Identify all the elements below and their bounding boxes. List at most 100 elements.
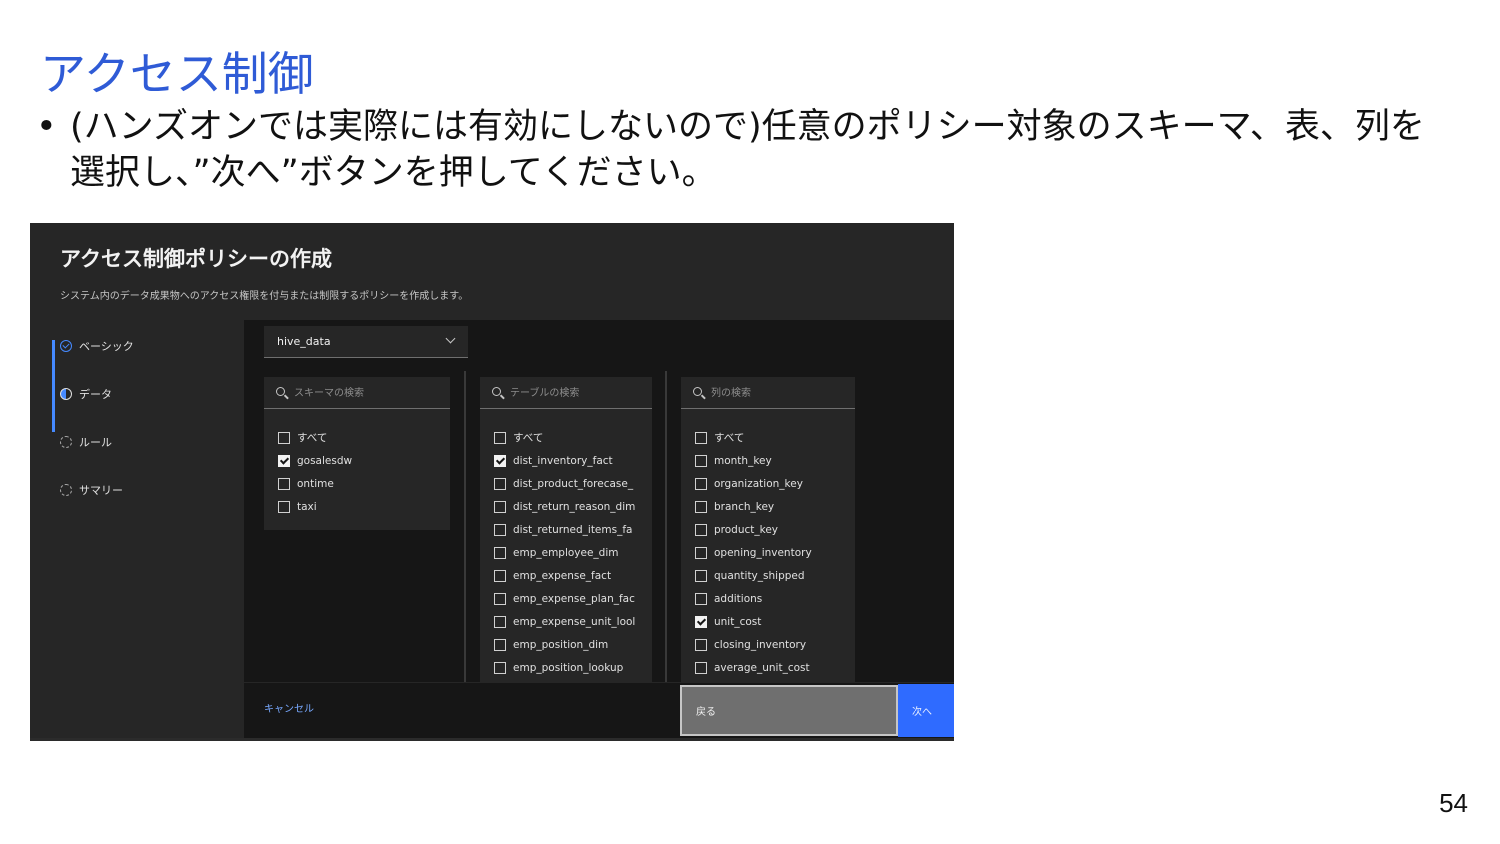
next-button[interactable]: 次へ [898, 684, 954, 737]
item-label: opening_inventory [714, 546, 812, 559]
checkbox[interactable] [494, 454, 506, 467]
column-search-input[interactable] [711, 385, 841, 401]
checkbox[interactable] [695, 454, 707, 467]
schema-search-input[interactable] [294, 385, 424, 401]
catalog-dropdown[interactable]: hive_data [264, 326, 468, 358]
back-button[interactable]: 戻る [680, 685, 898, 736]
checkbox[interactable] [494, 500, 506, 513]
list-item[interactable]: branch_key [695, 495, 812, 518]
checkbox[interactable] [278, 431, 290, 444]
list-item[interactable]: dist_inventory_fact [494, 449, 635, 472]
checkbox[interactable] [695, 523, 707, 536]
list-item[interactable]: ontime [278, 472, 352, 495]
chevron-down-icon [445, 333, 456, 344]
list-item[interactable]: dist_return_reason_dim [494, 495, 635, 518]
dialog-description: システム内のデータ成果物へのアクセス権限を付与または制限するポリシーを作成します… [60, 291, 469, 302]
checkbox[interactable] [494, 638, 506, 651]
item-label: month_key [714, 454, 772, 467]
item-label: quantity_shipped [714, 569, 805, 582]
item-label: emp_expense_plan_fac [513, 592, 635, 605]
item-label: unit_cost [714, 615, 762, 628]
search-icon [276, 387, 285, 396]
cancel-button[interactable]: キャンセル [264, 700, 314, 715]
table-column: すべて dist_inventory_fact dist_product_for… [480, 377, 652, 687]
list-item[interactable]: emp_position_dim [494, 633, 635, 656]
list-item[interactable]: emp_expense_plan_fac [494, 587, 635, 610]
checkbox[interactable] [494, 592, 506, 605]
catalog-dropdown-value: hive_data [277, 335, 331, 348]
search-icon [693, 387, 702, 396]
item-label: ontime [297, 477, 334, 490]
bottom-divider [30, 738, 954, 741]
list-item[interactable]: opening_inventory [695, 541, 812, 564]
list-item[interactable]: average_unit_cost [695, 656, 812, 679]
item-label: taxi [297, 500, 317, 513]
checkbox[interactable] [695, 500, 707, 513]
table-search-input[interactable] [510, 385, 640, 401]
list-item[interactable]: quantity_shipped [695, 564, 812, 587]
step-summary[interactable]: サマリー [60, 480, 123, 500]
step-rules[interactable]: ルール [60, 432, 112, 452]
list-item[interactable]: gosalesdw [278, 449, 352, 472]
checkbox[interactable] [494, 477, 506, 490]
item-label: emp_expense_unit_lool [513, 615, 636, 628]
list-item[interactable]: emp_position_lookup [494, 656, 635, 679]
item-label: すべて [513, 432, 544, 444]
column-divider [464, 371, 466, 686]
search-icon [492, 387, 501, 396]
list-item[interactable]: dist_returned_items_fa [494, 518, 635, 541]
list-item[interactable]: additions [695, 587, 812, 610]
checkbox[interactable] [695, 592, 707, 605]
item-label: average_unit_cost [714, 661, 810, 674]
checkbox[interactable] [695, 661, 707, 674]
list-item[interactable]: organization_key [695, 472, 812, 495]
step-label: サマリー [79, 484, 123, 497]
list-item[interactable]: emp_employee_dim [494, 541, 635, 564]
checkbox[interactable] [494, 569, 506, 582]
list-item[interactable]: taxi [278, 495, 352, 518]
checkbox[interactable] [695, 477, 707, 490]
list-item[interactable]: product_key [695, 518, 812, 541]
list-item[interactable]: すべて [695, 426, 812, 449]
schema-column: すべて gosalesdw ontime taxi [264, 377, 450, 530]
dialog-title: アクセス制御ポリシーの作成 [60, 247, 332, 271]
policy-dialog-screenshot: アクセス制御ポリシーの作成 システム内のデータ成果物へのアクセス権限を付与または… [30, 223, 954, 741]
list-item[interactable]: dist_product_forecase_ [494, 472, 635, 495]
table-search [480, 377, 652, 409]
checkbox[interactable] [278, 500, 290, 513]
item-label: dist_product_forecase_ [513, 477, 634, 490]
checkbox[interactable] [494, 523, 506, 536]
checkbox[interactable] [494, 661, 506, 674]
step-basic[interactable]: ベーシック [60, 336, 134, 356]
item-label: すべて [714, 432, 745, 444]
data-selection-area: hive_data すべて gosalesdw ontime taxi [244, 320, 954, 738]
list-item[interactable]: month_key [695, 449, 812, 472]
item-label: dist_inventory_fact [513, 454, 613, 467]
checkbox[interactable] [695, 615, 707, 628]
dashed-circle-icon [60, 436, 72, 448]
list-item[interactable]: emp_expense_unit_lool [494, 610, 635, 633]
list-item[interactable]: すべて [494, 426, 635, 449]
checkbox[interactable] [494, 546, 506, 559]
checkbox[interactable] [278, 454, 290, 467]
column-list: すべて month_key organization_key branch_ke… [695, 426, 812, 679]
checkbox[interactable] [695, 431, 707, 444]
list-item[interactable]: unit_cost [695, 610, 812, 633]
checkbox[interactable] [695, 638, 707, 651]
step-sidebar: ベーシック データ ルール サマリー [30, 320, 244, 738]
checkbox[interactable] [278, 477, 290, 490]
checkbox[interactable] [695, 569, 707, 582]
instruction-text: (ハンズオンでは実際には有効にしないので)任意のポリシー対象のスキーマ、表、列を… [70, 107, 1425, 193]
checkbox[interactable] [494, 615, 506, 628]
column-search [681, 377, 855, 409]
item-label: organization_key [714, 477, 803, 490]
column-list-column: すべて month_key organization_key branch_ke… [681, 377, 855, 687]
half-circle-icon [60, 388, 72, 400]
step-data[interactable]: データ [60, 384, 112, 404]
checkbox[interactable] [695, 546, 707, 559]
step-label: ルール [79, 436, 112, 449]
list-item[interactable]: closing_inventory [695, 633, 812, 656]
list-item[interactable]: すべて [278, 426, 352, 449]
list-item[interactable]: emp_expense_fact [494, 564, 635, 587]
checkbox[interactable] [494, 431, 506, 444]
